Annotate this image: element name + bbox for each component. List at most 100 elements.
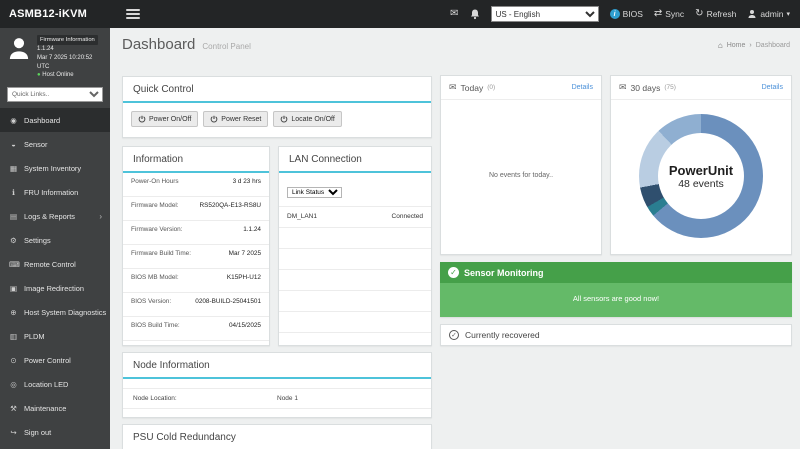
power-icon <box>210 115 218 123</box>
lan-row-empty <box>279 249 431 270</box>
month-count: (75) <box>664 84 676 91</box>
sidebar-item-power-control[interactable]: ⊙ Power Control <box>0 348 110 372</box>
power-on-off-button[interactable]: Power On/Off <box>131 111 198 127</box>
sidebar-item-dashboard[interactable]: ◉ Dashboard <box>0 108 110 132</box>
power-icon <box>138 115 146 123</box>
diagnostics-icon: ⊕ <box>9 308 18 317</box>
bell-icon <box>470 9 480 20</box>
power-reset-button[interactable]: Power Reset <box>203 111 268 127</box>
main-content: Dashboard Control Panel ⌂ Home › Dashboa… <box>110 28 800 449</box>
page-subtitle: Control Panel <box>202 42 250 51</box>
breadcrumb-home[interactable]: Home <box>727 42 746 49</box>
user-menu[interactable]: admin ▾ <box>747 9 790 19</box>
lan-row-empty <box>279 270 431 291</box>
page-title: Dashboard <box>122 36 195 53</box>
sidebar-item-sign-out[interactable]: ↪ Sign out <box>0 420 110 444</box>
table-row: Firmware Version: 1.1.24 <box>123 221 269 245</box>
today-details-link[interactable]: Details <box>572 84 593 91</box>
avatar <box>6 35 32 65</box>
check-circle-outline-icon: ✓ <box>449 330 459 340</box>
menu-toggle-icon[interactable] <box>126 9 140 19</box>
today-count: (0) <box>487 84 495 91</box>
fru-information-icon: ℹ <box>9 188 18 197</box>
table-row: BIOS MB Model: K15PH-U12 <box>123 269 269 293</box>
lan-row: DM_LAN1 Connected <box>279 207 431 228</box>
envelope-icon: ✉ <box>619 82 627 93</box>
currently-recovered-row[interactable]: ✓ Currently recovered <box>440 324 792 346</box>
info-circle-icon: i <box>610 9 620 19</box>
quick-control-card: Quick Control Power On/Off Power Reset L… <box>122 76 432 138</box>
sidebar: Firmware Information 1.1.24 Mar 7 2025 1… <box>0 28 110 449</box>
sensor-monitoring-title: Sensor Monitoring <box>464 268 544 278</box>
events-donut: PowerUnit 48 events <box>639 114 763 238</box>
notifications-button[interactable] <box>470 9 480 20</box>
sync-button[interactable]: ⇄ Sync <box>654 9 684 19</box>
node-information-card: Node Information Node Location: Node 1 <box>122 352 432 418</box>
sign-out-icon: ↪ <box>9 428 18 437</box>
table-row: Firmware Build Time: Mar 7 2025 <box>123 245 269 269</box>
maintenance-icon: ⚒ <box>9 404 18 413</box>
sidebar-item-settings[interactable]: ⚙ Settings <box>0 228 110 252</box>
sensor-monitoring-message: All sensors are good now! <box>440 283 792 317</box>
bios-button[interactable]: i BIOS <box>610 9 643 19</box>
locate-on-off-button[interactable]: Locate On/Off <box>273 111 341 127</box>
sidebar-item-maintenance[interactable]: ⚒ Maintenance <box>0 396 110 420</box>
month-title: 30 days <box>631 83 661 93</box>
home-icon: ⌂ <box>718 41 723 50</box>
sensor-icon: ◒ <box>9 140 18 149</box>
user-panel: Firmware Information 1.1.24 Mar 7 2025 1… <box>0 28 110 84</box>
today-empty-message: No events for today.. <box>441 100 601 250</box>
lan-row-empty <box>279 228 431 249</box>
sidebar-item-host-system-diagnostics[interactable]: ⊕ Host System Diagnostics <box>0 300 110 324</box>
sensor-monitoring-card: ✓ Sensor Monitoring All sensors are good… <box>440 262 792 317</box>
today-title: Today <box>461 83 484 93</box>
link-status-select[interactable]: Link Status <box>287 187 342 198</box>
sidebar-item-pldm[interactable]: ▥ PLDM <box>0 324 110 348</box>
currently-recovered-label: Currently recovered <box>465 330 540 340</box>
lan-connection-title: LAN Connection <box>279 147 431 173</box>
refresh-button[interactable]: ↻ Refresh <box>695 9 736 19</box>
table-row: Firmware Model: RS520QA-E13-RS8U <box>123 197 269 221</box>
quick-links-select[interactable]: Quick Links.. <box>7 87 103 102</box>
messages-button[interactable]: ✉ <box>450 9 458 19</box>
month-events-card: ✉ 30 days (75) Details PowerUnit 48 even… <box>610 75 792 255</box>
quick-control-title: Quick Control <box>123 77 431 103</box>
today-events-card: ✉ Today (0) Details No events for today.… <box>440 75 602 255</box>
breadcrumb-separator: › <box>749 42 751 49</box>
sidebar-item-system-inventory[interactable]: ▦ System Inventory <box>0 156 110 180</box>
donut-center-label: PowerUnit <box>669 163 733 178</box>
table-row: Node Location: Node 1 <box>123 388 431 409</box>
envelope-icon: ✉ <box>450 9 458 19</box>
information-card: Information Power-On Hours 3 d 23 hrs Fi… <box>122 146 270 346</box>
language-select[interactable]: US - English <box>491 6 599 22</box>
user-avatar-icon <box>7 35 31 61</box>
system-inventory-icon: ▦ <box>9 164 18 173</box>
lan-row-empty <box>279 312 431 333</box>
location-led-icon: ◎ <box>9 380 18 389</box>
sidebar-item-remote-control[interactable]: ⌨ Remote Control <box>0 252 110 276</box>
sidebar-item-fru-information[interactable]: ℹ FRU Information <box>0 180 110 204</box>
pldm-icon: ▥ <box>9 332 18 341</box>
firmware-date: Mar 7 2025 10:20:52 UTC <box>37 55 92 70</box>
image-redirection-icon: ▣ <box>9 284 18 293</box>
chevron-down-icon: ▾ <box>786 10 790 18</box>
node-information-title: Node Information <box>123 353 431 379</box>
host-status-dot: ● <box>37 72 41 78</box>
sidebar-item-location-led[interactable]: ◎ Location LED <box>0 372 110 396</box>
refresh-icon: ↻ <box>695 9 703 19</box>
month-details-link[interactable]: Details <box>762 84 783 91</box>
table-row: BIOS Version: 0208-BUILD-25041501 <box>123 293 269 317</box>
brand-logo: ASMB12-iKVM <box>0 8 110 20</box>
psu-cold-redundancy-title: PSU Cold Redundancy <box>123 425 431 449</box>
breadcrumb-current: Dashboard <box>756 42 790 49</box>
firmware-version: 1.1.24 <box>37 46 54 52</box>
host-status-label: Host Online <box>42 72 73 78</box>
envelope-icon: ✉ <box>449 82 457 93</box>
firmware-info-label: Firmware Information <box>37 35 98 45</box>
sidebar-item-logs-reports[interactable]: ▤ Logs & Reports › <box>0 204 110 228</box>
sidebar-item-sensor[interactable]: ◒ Sensor <box>0 132 110 156</box>
sync-icon: ⇄ <box>654 9 662 19</box>
table-row: Power-On Hours 3 d 23 hrs <box>123 173 269 197</box>
settings-icon: ⚙ <box>9 236 18 245</box>
sidebar-item-image-redirection[interactable]: ▣ Image Redirection <box>0 276 110 300</box>
